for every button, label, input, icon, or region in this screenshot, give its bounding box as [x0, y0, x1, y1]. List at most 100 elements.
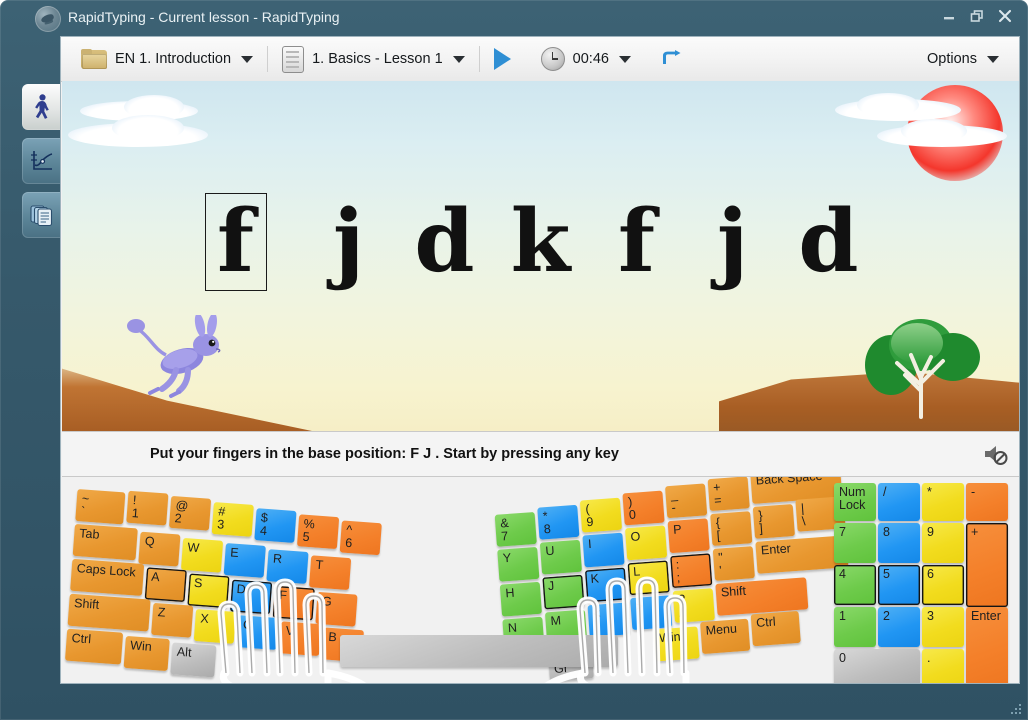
close-icon[interactable]	[992, 4, 1018, 28]
key-o[interactable]: O	[625, 525, 667, 560]
key-+[interactable]: +	[966, 523, 1008, 607]
key-label: Menu	[705, 622, 737, 637]
key-label: G	[321, 595, 332, 609]
flag-button[interactable]	[653, 37, 691, 81]
key-u[interactable]: U	[540, 540, 582, 575]
key-2[interactable]: 2	[878, 607, 920, 647]
key-t[interactable]: T	[309, 555, 351, 590]
key-$-4[interactable]: $ 4	[254, 508, 296, 543]
key-9[interactable]: 9	[922, 523, 964, 563]
key-caps-lock[interactable]: Caps Lock	[70, 559, 144, 596]
key-v[interactable]: V	[279, 621, 321, 656]
key-1[interactable]: 1	[834, 607, 876, 647]
key-c[interactable]: C	[236, 615, 278, 650]
sidebar-item-lessons-library-mode[interactable]	[22, 192, 62, 238]
key-i[interactable]: I	[582, 533, 624, 568]
key-tab[interactable]: Tab	[73, 524, 138, 561]
key-.[interactable]: .	[922, 649, 964, 683]
cloud-icon	[112, 115, 184, 141]
key-ctrl[interactable]: Ctrl	[65, 629, 123, 665]
restore-icon[interactable]	[964, 4, 990, 28]
key-~-`[interactable]: ~ `	[75, 489, 125, 524]
key-label: P	[673, 523, 682, 537]
chevron-down-icon[interactable]	[453, 56, 465, 63]
key-8[interactable]: 8	[878, 523, 920, 563]
key-0[interactable]: 0	[834, 649, 920, 683]
key-3[interactable]: 3	[922, 607, 964, 647]
key-ctrl[interactable]: Ctrl	[751, 611, 801, 646]
key->-.[interactable]: > .	[630, 595, 672, 630]
key-shift[interactable]: Shift	[68, 594, 151, 632]
key-x[interactable]: X	[194, 609, 236, 644]
key-shift[interactable]: Shift	[715, 577, 808, 616]
play-icon	[494, 48, 511, 70]
key-<-,[interactable]: < ,	[588, 602, 630, 637]
key-_--[interactable]: _ -	[665, 483, 707, 518]
key-^-6[interactable]: ^ 6	[340, 520, 382, 555]
key-#-3[interactable]: # 3	[212, 502, 254, 537]
key-e[interactable]: E	[224, 543, 266, 578]
chevron-down-icon[interactable]	[241, 56, 253, 63]
key-w[interactable]: W	[181, 538, 223, 573]
key--[interactable]: -	[966, 483, 1008, 521]
course-selector[interactable]: EN 1. Introduction	[73, 37, 261, 81]
sidebar-item-lesson-mode[interactable]	[22, 84, 62, 130]
key-%-5[interactable]: % 5	[297, 514, 339, 549]
key-a[interactable]: A	[145, 567, 187, 602]
key-q[interactable]: Q	[138, 532, 180, 567]
key-space[interactable]	[340, 635, 618, 667]
key-&-7[interactable]: & 7	[495, 512, 537, 547]
key-{-[[interactable]: { [	[710, 511, 752, 546]
resize-grip[interactable]	[1010, 703, 1024, 717]
key-j[interactable]: J	[542, 575, 584, 610]
key-/[interactable]: /	[878, 483, 920, 521]
key-win[interactable]: Win	[124, 636, 170, 671]
key-!-1[interactable]: ! 1	[126, 491, 168, 526]
key-label: U	[545, 545, 555, 559]
key-r[interactable]: R	[266, 549, 308, 584]
key-h[interactable]: H	[500, 582, 542, 617]
options-menu[interactable]: Options	[919, 37, 1007, 81]
key-y[interactable]: Y	[497, 547, 539, 582]
key-label: Win	[130, 639, 152, 654]
lesson-selector[interactable]: 1. Basics - Lesson 1	[274, 37, 473, 81]
key-label: % 5	[302, 518, 315, 545]
play-button[interactable]	[486, 37, 519, 81]
key-num-lock[interactable]: Num Lock	[834, 483, 876, 521]
key-win[interactable]: Win	[653, 626, 699, 661]
sidebar-item-statistics-mode[interactable]	[22, 138, 62, 184]
sound-off-icon[interactable]	[981, 440, 1009, 468]
key-:-;[interactable]: : ;	[670, 553, 712, 588]
key-*-8[interactable]: * 8	[537, 505, 579, 540]
chevron-down-icon[interactable]	[987, 56, 999, 63]
key-5[interactable]: 5	[878, 565, 920, 605]
key-"-'[interactable]: " '	[713, 546, 755, 581]
key-(-9[interactable]: ( 9	[580, 498, 622, 533]
key-)-0[interactable]: ) 0	[622, 491, 664, 526]
key-s[interactable]: S	[187, 573, 229, 608]
key-alt[interactable]: Alt	[170, 642, 216, 677]
key-enter[interactable]: Enter	[966, 607, 1008, 683]
key-d[interactable]: D	[230, 580, 272, 615]
key-4[interactable]: 4	[834, 565, 876, 605]
minimize-icon[interactable]	[936, 4, 962, 28]
key-label: Y	[502, 552, 511, 566]
key-p[interactable]: P	[668, 518, 710, 553]
title-bar[interactable]: RapidTyping - Current lesson - RapidTypi…	[0, 0, 1028, 36]
key-g[interactable]: G	[315, 592, 357, 627]
key-}-][interactable]: } ]	[753, 504, 795, 539]
key-menu[interactable]: Menu	[700, 619, 750, 654]
tree-icon	[845, 313, 995, 423]
key-l[interactable]: L	[628, 560, 670, 595]
key-z[interactable]: Z	[151, 603, 193, 638]
timer-control[interactable]: 00:46	[533, 37, 639, 81]
key-*[interactable]: *	[922, 483, 964, 521]
key-7[interactable]: 7	[834, 523, 876, 563]
key-+-=[interactable]: + =	[708, 477, 750, 511]
key-6[interactable]: 6	[922, 565, 964, 605]
key-?-/[interactable]: ? /	[673, 588, 715, 623]
key-k[interactable]: K	[585, 568, 627, 603]
chevron-down-icon[interactable]	[619, 56, 631, 63]
key-@-2[interactable]: @ 2	[169, 496, 211, 531]
key-f[interactable]: F	[273, 586, 315, 621]
